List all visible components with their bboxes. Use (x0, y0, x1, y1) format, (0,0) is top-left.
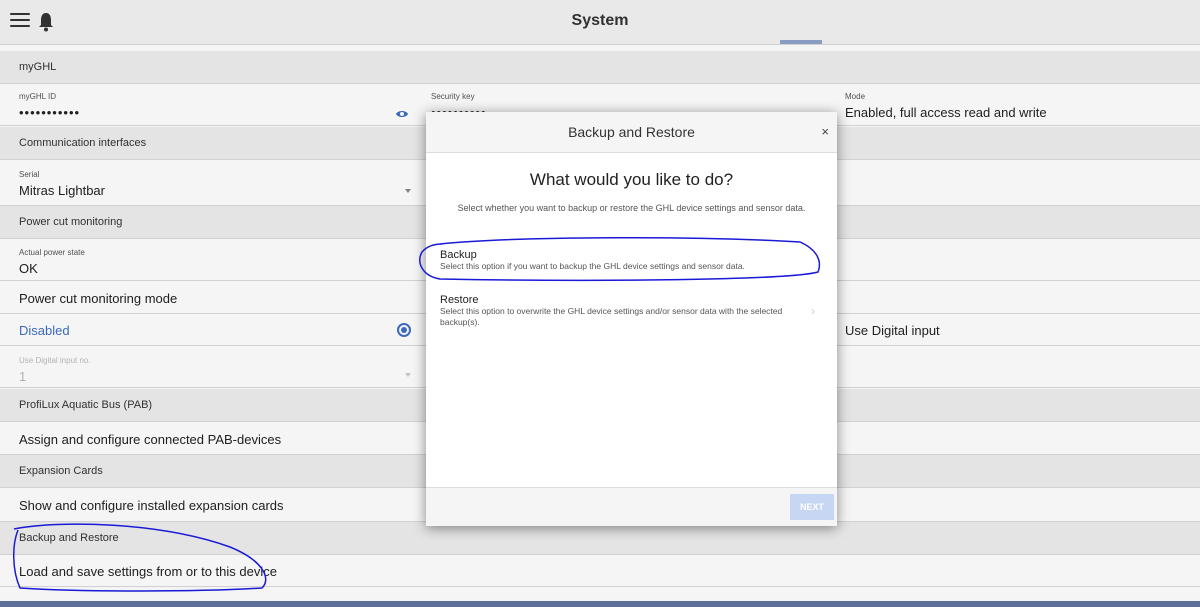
restore-option-desc: Select this option to overwrite the GHL … (440, 306, 783, 327)
option-backup[interactable]: Backup Select this option if you want to… (426, 249, 837, 272)
dialog-question: What would you like to do? (529, 170, 734, 189)
backup-restore-dialog: Backup and Restore × What would you like… (426, 112, 837, 526)
chevron-right-icon: › (811, 304, 815, 318)
backup-option-title: Backup (440, 249, 477, 261)
next-button[interactable]: NEXT (790, 494, 834, 520)
restore-option-title: Restore (440, 294, 479, 306)
dialog-title: Backup and Restore (568, 124, 695, 140)
bottom-bar (0, 601, 1200, 607)
dialog-subtitle: Select whether you want to backup or res… (457, 203, 806, 213)
option-restore[interactable]: Restore Select this option to overwrite … (426, 294, 837, 328)
dialog-header: Backup and Restore × (426, 112, 837, 153)
close-icon[interactable]: × (821, 124, 829, 139)
backup-option-desc: Select this option if you want to backup… (440, 261, 745, 271)
dialog-footer: NEXT (426, 487, 837, 526)
